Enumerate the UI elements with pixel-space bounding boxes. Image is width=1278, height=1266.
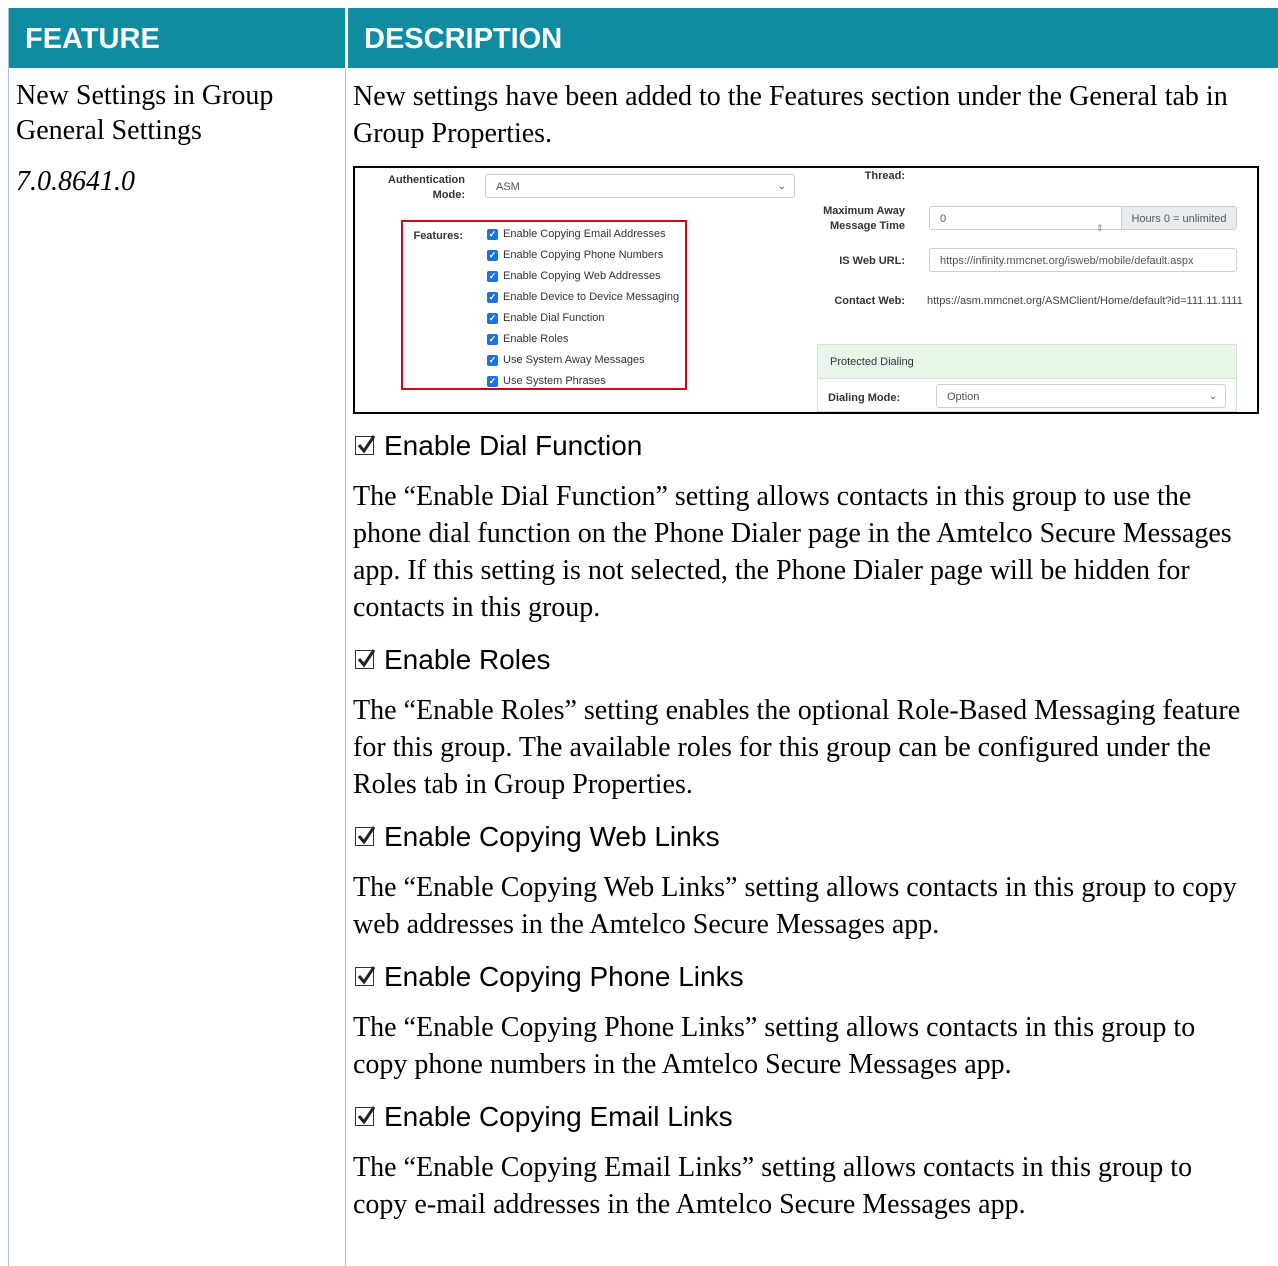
section-body: The “Enable Dial Function” setting allow… xyxy=(353,481,1232,623)
max-away-label: Maximum Away Message Time xyxy=(823,205,905,232)
checkbox-checked-icon: ✓ xyxy=(487,334,498,345)
description-cell: New settings have been added to the Feat… xyxy=(353,78,1259,1223)
thread-label: Thread: xyxy=(864,170,905,182)
section-title: Enable Copying Email Links xyxy=(353,1099,1253,1135)
feature-item: ✓ Enable Dial Function xyxy=(487,308,679,329)
checkbox-checked-icon: ✓ xyxy=(487,292,498,303)
header-feature: FEATURE xyxy=(9,8,345,68)
max-away-value: 0 xyxy=(940,213,947,225)
feature-item: ✓ Enable Roles xyxy=(487,329,679,350)
section-body: The “Enable Copying Web Links” setting a… xyxy=(353,872,1237,940)
section-title-text: Enable Dial Function xyxy=(384,430,643,461)
checkbox-checked-icon xyxy=(355,434,376,455)
auth-mode-select: ASM ⌄ xyxy=(485,174,795,198)
chevron-down-icon: ⌄ xyxy=(777,181,786,192)
feature-item-label: Use System Away Messages xyxy=(503,354,645,366)
checkbox-checked-icon: ✓ xyxy=(487,313,498,324)
checkbox-checked-icon xyxy=(355,1105,376,1126)
section-title-text: Enable Copying Web Links xyxy=(384,821,720,852)
feature-item: ✓ Enable Device to Device Messaging xyxy=(487,287,679,308)
feature-item-label: Enable Roles xyxy=(503,333,569,345)
auth-mode-label: Authentication Mode: xyxy=(388,174,465,201)
section-title-text: Enable Roles xyxy=(384,644,551,675)
hours-hint: Hours 0 = unlimited xyxy=(1121,206,1237,230)
checkbox-checked-icon: ✓ xyxy=(487,271,498,282)
feature-item-label: Use System Phrases xyxy=(503,375,606,387)
feature-item: ✓ Enable Copying Web Addresses xyxy=(487,266,679,287)
feature-item-label: Enable Copying Email Addresses xyxy=(503,228,666,240)
column-divider xyxy=(345,68,346,1266)
checkbox-checked-icon: ✓ xyxy=(487,229,498,240)
checkbox-checked-icon: ✓ xyxy=(487,376,498,387)
section-title-text: Enable Copying Phone Links xyxy=(384,961,744,992)
auth-mode-value: ASM xyxy=(496,181,520,193)
spinner-icon: ⇕ xyxy=(1096,223,1104,233)
checkbox-checked-icon: ✓ xyxy=(487,355,498,366)
checkbox-checked-icon xyxy=(355,825,376,846)
dialing-mode-select: Option ⌄ xyxy=(936,384,1226,408)
header-description: DESCRIPTION xyxy=(346,8,1278,68)
section-body: The “Enable Copying Phone Links” setting… xyxy=(353,1012,1196,1080)
isweb-value: https://infinity.mmcnet.org/isweb/mobile… xyxy=(940,255,1194,267)
isweb-input: https://infinity.mmcnet.org/isweb/mobile… xyxy=(929,248,1237,272)
section-title-text: Enable Copying Email Links xyxy=(384,1101,733,1132)
section-body: The “Enable Copying Email Links” setting… xyxy=(353,1152,1193,1220)
features-list: ✓ Enable Copying Email Addresses ✓ Enable … xyxy=(487,224,679,392)
feature-item-label: Enable Device to Device Messaging xyxy=(503,291,680,303)
feature-item: ✓ Enable Copying Phone Numbers xyxy=(487,245,679,266)
chevron-down-icon: ⌄ xyxy=(1208,391,1217,402)
isweb-label: IS Web URL: xyxy=(839,255,905,267)
features-label: Features: xyxy=(413,230,463,242)
feature-item: ✓ Use System Away Messages xyxy=(487,350,679,371)
feature-item: ✓ Use System Phrases xyxy=(487,371,679,392)
section-title: Enable Roles xyxy=(353,642,1253,678)
checkbox-checked-icon: ✓ xyxy=(487,250,498,261)
protected-dialing-heading: Protected Dialing xyxy=(818,345,1236,379)
section-title: Enable Dial Function xyxy=(353,428,1253,464)
dialing-mode-value: Option xyxy=(947,391,980,403)
intro-text: New settings have been added to the Feat… xyxy=(353,81,1228,149)
feature-item-label: Enable Dial Function xyxy=(503,312,605,324)
feature-version: 7.0.8641.0 xyxy=(16,166,135,197)
section-title: Enable Copying Phone Links xyxy=(353,959,1253,995)
checkbox-checked-icon xyxy=(355,965,376,986)
feature-item: ✓ Enable Copying Email Addresses xyxy=(487,224,679,245)
section-title: Enable Copying Web Links xyxy=(353,819,1253,855)
settings-screenshot: Authentication Mode: ASM ⌄ Features: ✓ En… xyxy=(353,166,1259,414)
contactweb-value: https://asm.mmcnet.org/ASMClient/Home/de… xyxy=(927,295,1243,307)
dialing-mode-label: Dialing Mode: xyxy=(828,392,901,404)
feature-cell: New Settings in Group General Settings 7… xyxy=(16,78,328,199)
checkbox-checked-icon xyxy=(355,648,376,669)
feature-item-label: Enable Copying Web Addresses xyxy=(503,270,661,282)
section-body: The “Enable Roles” setting enables the o… xyxy=(353,695,1241,800)
max-away-input: 0 xyxy=(929,206,1123,230)
feature-item-label: Enable Copying Phone Numbers xyxy=(503,249,664,261)
feature-title: New Settings in Group General Settings xyxy=(16,80,274,146)
contactweb-label: Contact Web: xyxy=(834,295,905,307)
protected-dialing-panel: Protected Dialing Dialing Mode: Option ⌄ xyxy=(817,344,1237,412)
